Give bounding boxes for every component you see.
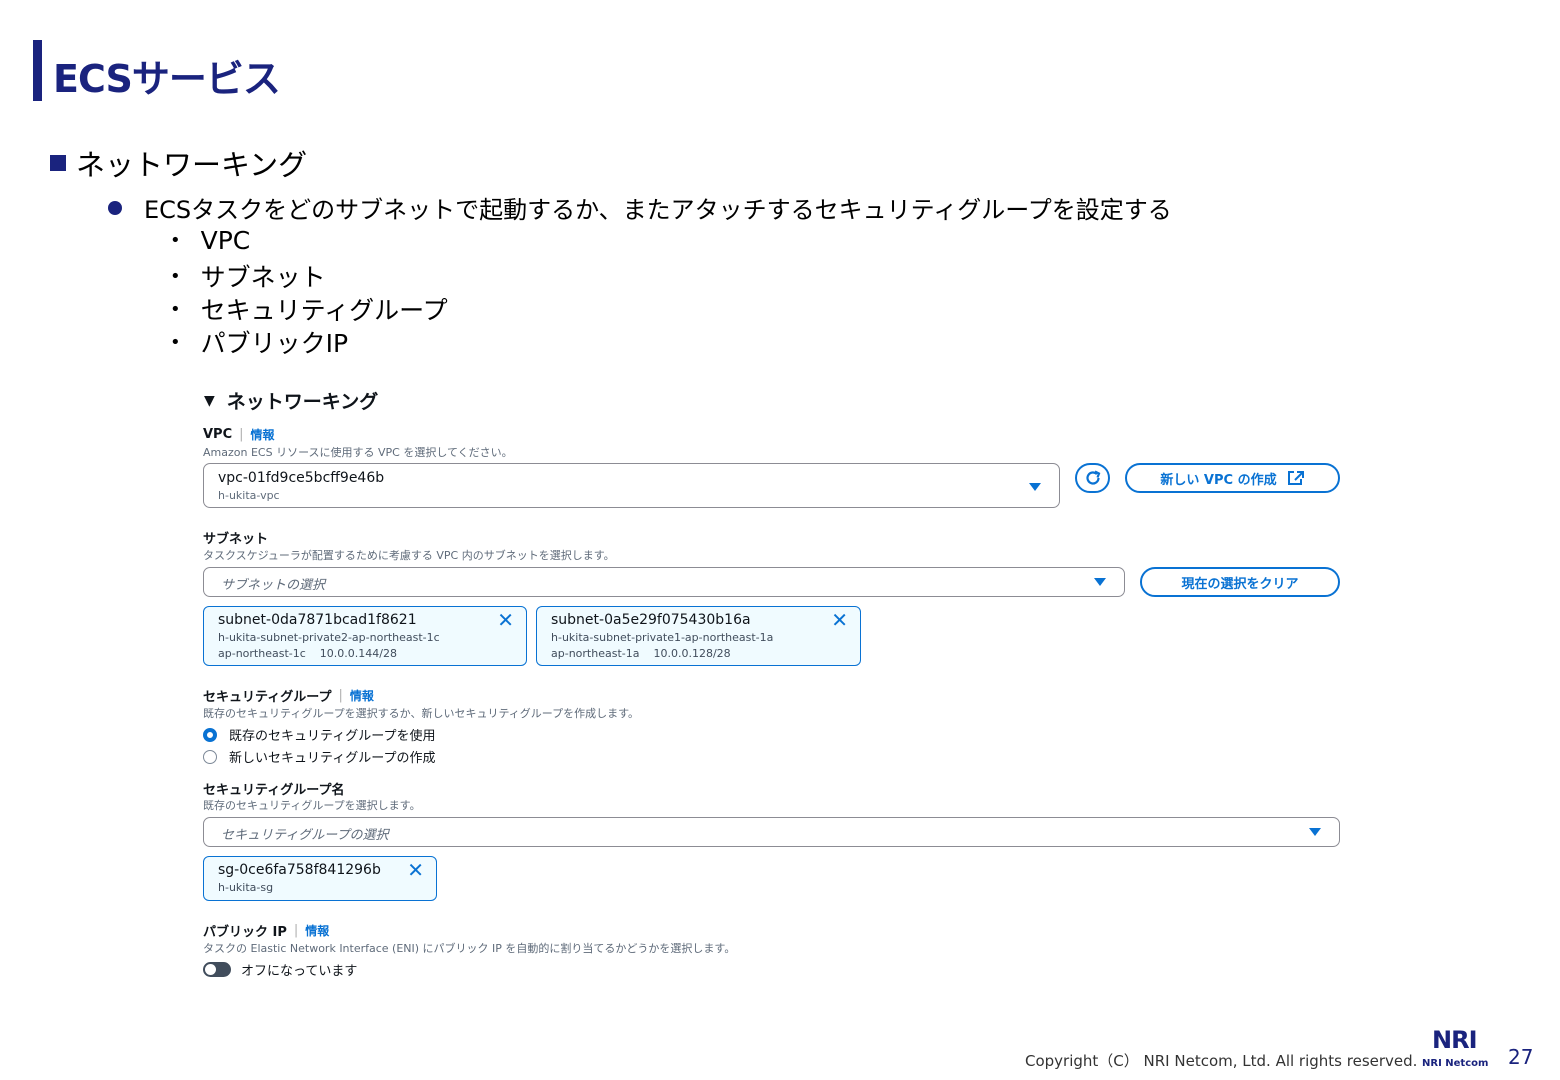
dropdown-caret-icon (1029, 483, 1041, 491)
security-group-token: sg-0ce6fa758f841296b h-ukita-sg ✕ (203, 856, 437, 901)
toggle-switch-icon (203, 962, 231, 977)
subbullet-subnet: • サブネット (170, 263, 326, 292)
subnet-description: タスクスケジューラが配置するために考慮する VPC 内のサブネットを選択します。 (203, 549, 615, 562)
title-accent-bar (33, 40, 42, 101)
vpc-description: Amazon ECS リソースに使用する VPC を選択してください。 (203, 446, 513, 459)
radio-use-existing[interactable]: 既存のセキュリティグループを使用 (203, 725, 435, 744)
security-group-name-label: セキュリティグループ名 (203, 783, 345, 798)
subnet-select[interactable]: サブネットの選択 (203, 567, 1125, 597)
nri-logo: NRI NRI Netcom (1422, 1026, 1489, 1069)
section-title: ネットワーキング (226, 391, 379, 413)
create-vpc-button[interactable]: 新しい VPC の作成 (1125, 463, 1340, 493)
external-link-icon (1287, 471, 1304, 485)
remove-token-icon[interactable]: ✕ (497, 610, 514, 630)
security-group-placeholder: セキュリティグループの選択 (221, 828, 389, 843)
vpc-label: VPC | 情報 (203, 426, 275, 443)
vpc-info-link[interactable]: 情報 (251, 426, 275, 443)
subnet-placeholder: サブネットの選択 (221, 578, 326, 593)
copyright: Copyright（C） NRI Netcom, Ltd. All rights… (1025, 1052, 1418, 1070)
vpc-select[interactable]: vpc-01fd9ce5bcff9e46b h-ukita-vpc (203, 463, 1060, 508)
subnet-token: subnet-0da7871bcad1f8621 h-ukita-subnet-… (203, 606, 527, 666)
public-ip-info-link[interactable]: 情報 (305, 922, 329, 939)
heading: ネットワーキング (50, 142, 307, 184)
radio-selected-icon (203, 727, 217, 742)
caret-down-icon: ▼ (204, 392, 215, 409)
dropdown-caret-icon (1309, 828, 1321, 836)
heading-text: ネットワーキング (76, 148, 308, 182)
subbullet-security-group: • セキュリティグループ (170, 296, 448, 325)
public-ip-label: パブリック IP | 情報 (203, 922, 330, 940)
page-number: 27 (1508, 1045, 1534, 1069)
slide-title: ECSサービス (53, 57, 281, 101)
security-group-name-description: 既存のセキュリティグループを選択します。 (203, 799, 421, 812)
public-ip-toggle[interactable]: オフになっています (203, 960, 357, 979)
remove-token-icon[interactable]: ✕ (407, 860, 424, 880)
remove-token-icon[interactable]: ✕ (831, 610, 848, 630)
bullet-line: ECSタスクをどのサブネットで起動するか、またアタッチするセキュリティグループを… (108, 190, 1172, 225)
refresh-button[interactable] (1075, 463, 1110, 493)
security-group-label: セキュリティグループ | 情報 (203, 687, 374, 705)
security-group-select[interactable]: セキュリティグループの選択 (203, 817, 1340, 847)
clear-selection-button[interactable]: 現在の選択をクリア (1140, 567, 1340, 597)
vpc-name: h-ukita-vpc (218, 489, 280, 502)
security-group-description: 既存のセキュリティグループを選択するか、新しいセキュリティグループを作成します。 (203, 707, 640, 720)
radio-create-new[interactable]: 新しいセキュリティグループの作成 (203, 747, 435, 766)
bullet-text: ECSタスクをどのサブネットで起動するか、またアタッチするセキュリティグループを… (144, 196, 1172, 224)
radio-unselected-icon (203, 749, 217, 764)
security-group-info-link[interactable]: 情報 (350, 687, 374, 704)
networking-panel: ▼ ネットワーキング VPC | 情報 Amazon ECS リソースに使用する… (200, 385, 1345, 985)
subbullet-public-ip: • パブリックIP (170, 329, 349, 358)
public-ip-description: タスクの Elastic Network Interface (ENI) にパブ… (203, 942, 736, 955)
dropdown-caret-icon (1094, 578, 1106, 586)
subbullet-vpc: • VPC (170, 226, 251, 255)
vpc-value: vpc-01fd9ce5bcff9e46b (218, 470, 385, 486)
refresh-icon (1085, 470, 1100, 485)
dot-bullet-icon (108, 200, 122, 215)
subnet-token: subnet-0a5e29f075430b16a h-ukita-subnet-… (536, 606, 861, 666)
square-bullet-icon (50, 155, 66, 171)
subnet-label: サブネット (203, 532, 269, 547)
networking-section-toggle[interactable]: ▼ ネットワーキング (204, 387, 378, 414)
